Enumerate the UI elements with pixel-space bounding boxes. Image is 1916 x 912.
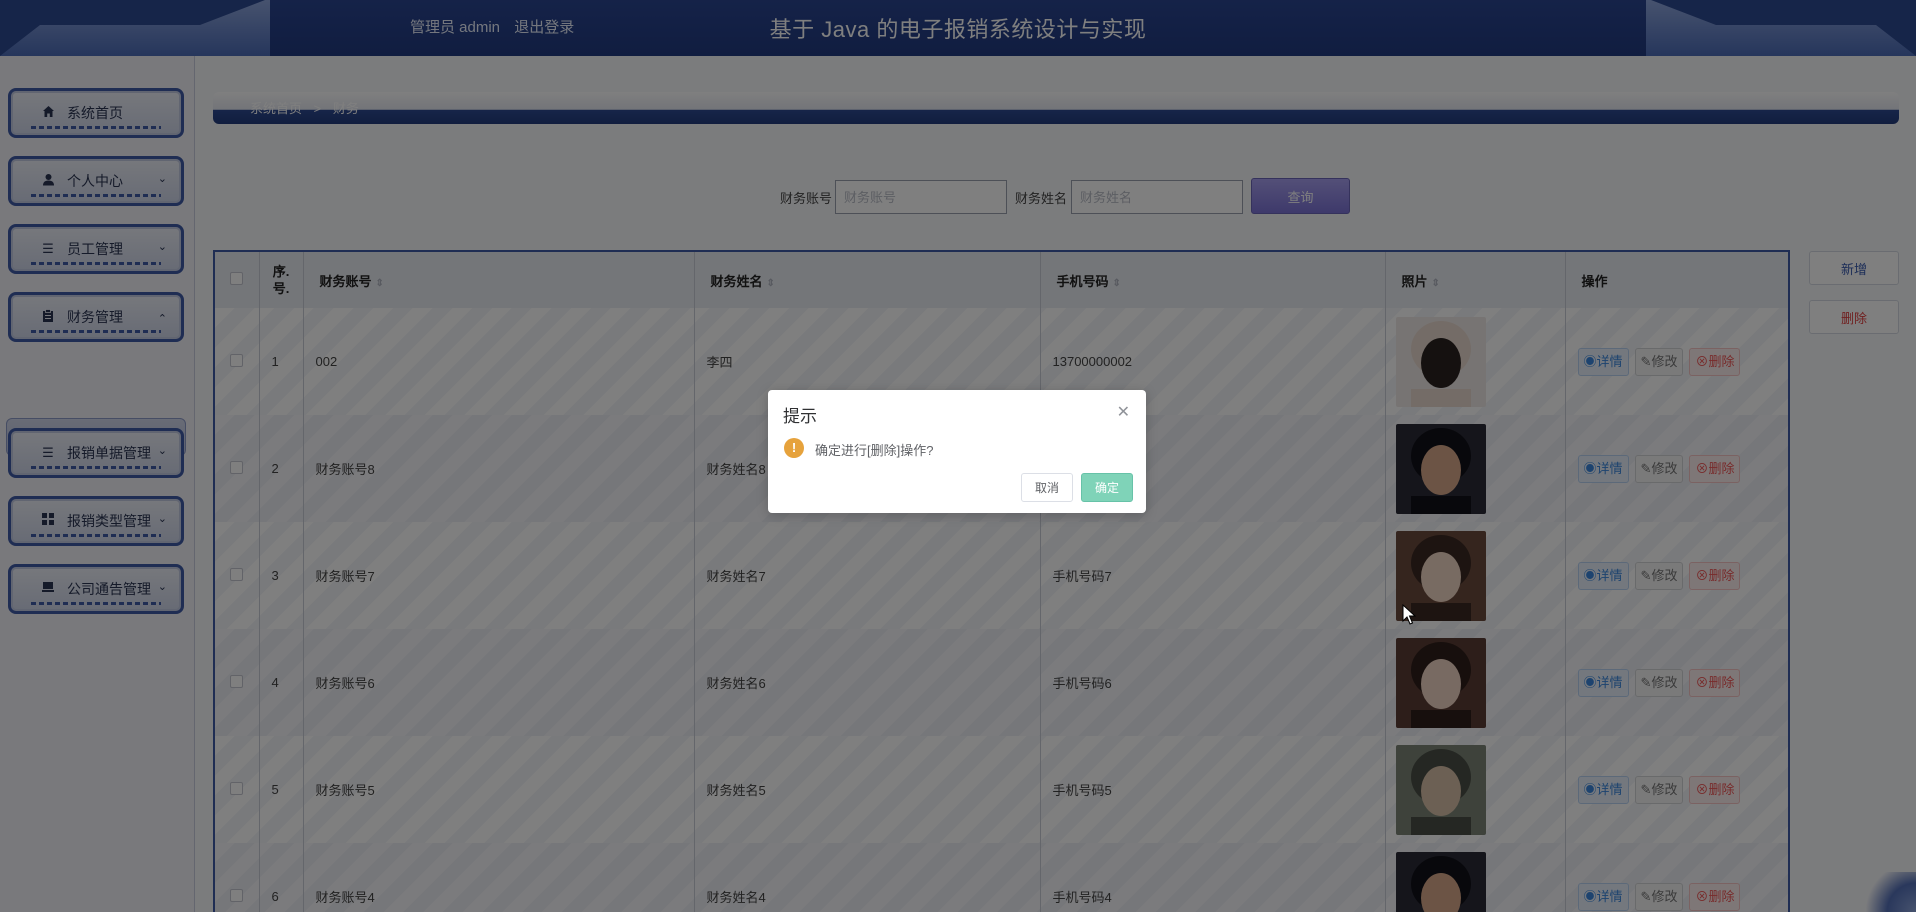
close-icon[interactable]: ✕ xyxy=(1117,402,1130,422)
confirm-button[interactable]: 确定 xyxy=(1081,473,1133,502)
confirm-dialog: 提示 ✕ ! 确定进行[删除]操作? 取消 确定 xyxy=(768,390,1146,513)
mouse-cursor-icon xyxy=(1402,604,1416,625)
cancel-button[interactable]: 取消 xyxy=(1021,473,1073,502)
dialog-title: 提示 xyxy=(783,407,817,426)
warning-icon: ! xyxy=(784,438,804,458)
dialog-message: 确定进行[删除]操作? xyxy=(815,443,934,458)
